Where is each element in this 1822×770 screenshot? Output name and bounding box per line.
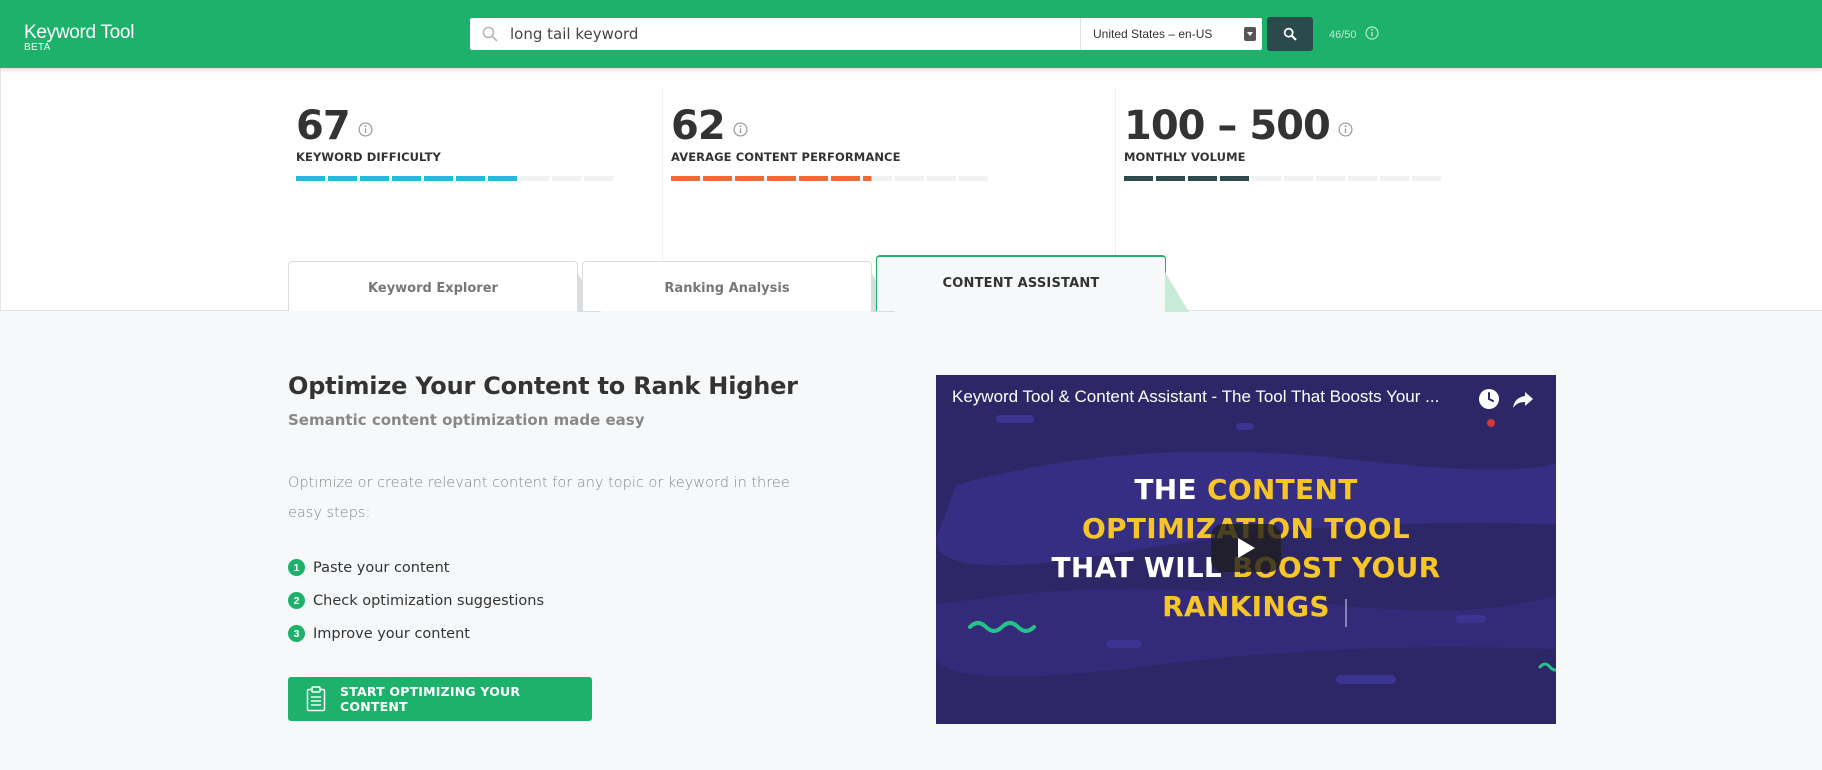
top-bar: Keyword Tool BETA United States – en-US … [0, 0, 1822, 68]
progress-segment [1412, 176, 1441, 181]
progress-segment [671, 176, 700, 181]
video-player[interactable]: Keyword Tool & Content Assistant - The T… [936, 375, 1556, 724]
share-icon[interactable] [1511, 387, 1535, 415]
play-button[interactable] [1211, 524, 1281, 572]
tab-label: CONTENT ASSISTANT [942, 275, 1100, 291]
tab-content-assistant[interactable]: CONTENT ASSISTANT [876, 255, 1189, 312]
video-headline-line: RANKINGS [936, 590, 1556, 623]
page-title: Optimize Your Content to Rank Higher [288, 372, 798, 400]
metric-value: 62 [671, 103, 726, 149]
progress-segment [360, 176, 389, 181]
step-text: Improve your content [313, 625, 470, 642]
progress-segment [488, 176, 517, 181]
video-headline-text: THE [1134, 473, 1207, 506]
progress-segment [520, 176, 549, 181]
content-description: Optimize or create relevant content for … [288, 475, 790, 521]
cta-label: START OPTIMIZING YOUR CONTENT [340, 684, 521, 714]
quota-count: 46/50 [1329, 28, 1357, 41]
page-subtitle: Semantic content optimization made easy [288, 411, 645, 429]
progress-segment [1316, 176, 1345, 181]
play-icon [1238, 538, 1255, 558]
logo-name: Keyword Tool [24, 22, 135, 43]
metric-value: 67 [296, 103, 351, 149]
start-optimizing-button[interactable]: START OPTIMIZING YOUR CONTENT [288, 677, 592, 721]
list-item: 3 Improve your content [288, 617, 544, 650]
progress-segment [799, 176, 828, 181]
tab-bar: Keyword Explorer Ranking Analysis CONTEN… [288, 254, 1248, 312]
search-box: United States – en-US [470, 18, 1262, 50]
progress-segment [959, 176, 988, 181]
progress-segment [552, 176, 581, 181]
step-number-badge: 1 [288, 559, 305, 576]
keyword-search-input[interactable] [510, 19, 1080, 49]
progress-segment [296, 176, 325, 181]
step-number-badge: 2 [288, 592, 305, 609]
logo-beta-tag: BETA [24, 42, 51, 53]
info-icon[interactable] [358, 121, 373, 141]
step-number-badge: 3 [288, 625, 305, 642]
tab-keyword-explorer[interactable]: Keyword Explorer [288, 261, 601, 312]
video-headline-text: CONTENT [1206, 473, 1358, 506]
tab-label: Ranking Analysis [664, 281, 790, 296]
progress-segment [1252, 176, 1281, 181]
search-quota: 46/50 [1329, 26, 1379, 43]
progress-segment [392, 176, 421, 181]
progress-segment [424, 176, 453, 181]
watch-later-icon[interactable] [1477, 387, 1501, 415]
progress-segment [1348, 176, 1377, 181]
progress-segment [1380, 176, 1409, 181]
step-text: Paste your content [313, 559, 450, 576]
progress-segment [456, 176, 485, 181]
list-item: 1 Paste your content [288, 551, 544, 584]
video-headline-text: RANKINGS [1162, 590, 1330, 623]
metric-progress-bar [671, 176, 991, 181]
progress-segment [1188, 176, 1217, 181]
progress-segment [895, 176, 924, 181]
progress-segment [328, 176, 357, 181]
info-icon[interactable] [1364, 26, 1379, 43]
metric-progress-bar [1124, 176, 1444, 181]
video-headline-line: THE CONTENT [936, 473, 1556, 506]
progress-segment [1156, 176, 1185, 181]
metric-average-content-performance: 62 AVERAGE CONTENT PERFORMANCE [671, 104, 991, 181]
metric-monthly-volume: 100 – 500 MONTHLY VOLUME [1124, 104, 1444, 181]
metric-keyword-difficulty: 67 KEYWORD DIFFICULTY [296, 104, 616, 181]
tab-ranking-analysis[interactable]: Ranking Analysis [582, 261, 895, 312]
progress-segment [927, 176, 956, 181]
list-item: 2 Check optimization suggestions [288, 584, 544, 617]
info-icon[interactable] [1338, 121, 1353, 141]
metric-value: 100 – 500 [1124, 103, 1331, 149]
country-language-select[interactable]: United States – en-US [1080, 18, 1262, 50]
progress-segment [703, 176, 732, 181]
info-icon[interactable] [733, 121, 748, 141]
video-title[interactable]: Keyword Tool & Content Assistant - The T… [952, 387, 1472, 407]
video-headline-text: THAT WILL [1051, 551, 1233, 584]
search-button[interactable] [1267, 17, 1313, 51]
progress-segment [863, 176, 892, 181]
progress-segment [584, 176, 613, 181]
search-icon [1283, 27, 1297, 41]
metric-label: KEYWORD DIFFICULTY [296, 150, 441, 164]
caret-down-icon [1244, 27, 1256, 41]
metric-label: AVERAGE CONTENT PERFORMANCE [671, 150, 901, 164]
progress-segment [831, 176, 860, 181]
step-text: Check optimization suggestions [313, 592, 544, 609]
progress-segment [1284, 176, 1313, 181]
tab-label: Keyword Explorer [368, 281, 498, 296]
progress-segment [767, 176, 796, 181]
logo[interactable]: Keyword Tool BETA [24, 22, 134, 53]
steps-list: 1 Paste your content 2 Check optimizatio… [288, 551, 544, 650]
progress-segment [735, 176, 764, 181]
progress-segment [1220, 176, 1249, 181]
metric-label: MONTHLY VOLUME [1124, 150, 1246, 164]
metric-progress-bar [296, 176, 616, 181]
search-icon [470, 18, 510, 50]
country-select-value: United States – en-US [1093, 27, 1213, 41]
clipboard-icon [306, 686, 326, 712]
progress-segment [1124, 176, 1153, 181]
